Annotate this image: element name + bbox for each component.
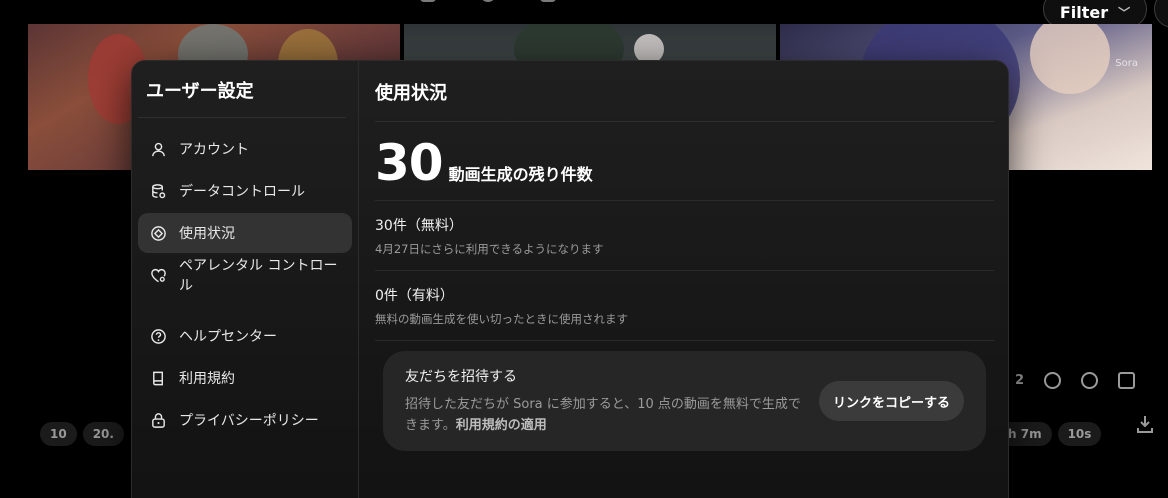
remix-icon[interactable]: [1081, 372, 1099, 389]
sidebar-item-parental-controls[interactable]: ペアレンタル コントロール: [138, 255, 352, 295]
background-stats-left: 10 20.: [40, 422, 124, 446]
background-tab[interactable]: [480, 0, 496, 2]
stat-pill: 20.: [82, 422, 124, 446]
stat-pill: 10s: [1057, 422, 1102, 446]
sidebar-item-help-center[interactable]: ヘルプセンター: [138, 316, 352, 356]
copy-link-button[interactable]: リンクをコピーする: [818, 381, 964, 421]
filter-button-label: Filter: [1059, 2, 1109, 22]
quota-title: 0件（有料）: [375, 288, 454, 304]
settings-sidebar: ユーザー設定 アカウント データコントロール 使用状況 ペアレンタル コントロー…: [132, 61, 359, 498]
thumbnail-figure: [1030, 24, 1110, 94]
sidebar-item-privacy-policy[interactable]: プライバシーポリシー: [138, 400, 352, 440]
sidebar-item-terms[interactable]: 利用規約: [138, 358, 352, 398]
quota-title: 30件（無料）: [375, 218, 463, 234]
sidebar-item-label: ペアレンタル コントロール: [179, 258, 338, 294]
tab-icon: [480, 0, 496, 2]
share-icon[interactable]: [1118, 372, 1136, 389]
sidebar-item-data-controls[interactable]: データコントロール: [138, 171, 352, 211]
page-title: 使用状況: [375, 79, 994, 122]
stat-pill: 10: [40, 422, 77, 446]
remaining-count: 30: [375, 134, 444, 192]
sidebar-item-label: プライバシーポリシー: [179, 413, 319, 429]
sidebar-item-label: ヘルプセンター: [179, 329, 277, 345]
database-icon: [150, 183, 167, 200]
person-icon: [150, 141, 167, 158]
sidebar-item-label: 利用規約: [179, 371, 235, 387]
quota-paid: 0件（有料） 無料の動画生成を使い切ったときに使用されます: [375, 271, 994, 341]
tab-icon: [420, 0, 436, 2]
usage-icon: [150, 225, 167, 242]
comment-icon[interactable]: [1044, 372, 1062, 389]
sidebar-item-label: アカウント: [179, 142, 249, 158]
sidebar-title: ユーザー設定: [138, 77, 346, 118]
chevron-down-icon: ﹀: [1118, 5, 1131, 20]
help-icon: [150, 328, 167, 345]
background-stats-right: h 7m 10s: [998, 422, 1102, 446]
background-actions: 2: [1015, 372, 1136, 389]
invite-description: 招待した友だちが Sora に参加すると、10 点の動画を無料で生成できます。利…: [405, 394, 807, 436]
like-count: 2: [1015, 373, 1025, 388]
tab-icon: [540, 0, 556, 2]
invite-friends-card: 友だちを招待する 招待した友だちが Sora に参加すると、10 点の動画を無料…: [383, 351, 986, 451]
background-tab[interactable]: [540, 0, 556, 2]
download-icon[interactable]: [1136, 414, 1154, 434]
terms-link[interactable]: 利用規約の適用: [456, 418, 547, 433]
user-settings-modal: ユーザー設定 アカウント データコントロール 使用状況 ペアレンタル コントロー…: [131, 60, 1009, 498]
background-tab[interactable]: [420, 0, 436, 2]
thumbnail-watermark: Sora: [1115, 58, 1138, 69]
invite-text: 友だちを招待する 招待した友だちが Sora に参加すると、10 点の動画を無料…: [405, 366, 807, 436]
sidebar-item-account[interactable]: アカウント: [138, 129, 352, 169]
usage-panel: 使用状況 30 動画生成の残り件数 30件（無料） 4月27日にさらに利用できる…: [359, 61, 1008, 498]
sidebar-item-usage[interactable]: 使用状況: [138, 213, 352, 253]
quota-free: 30件（無料） 4月27日にさらに利用できるようになります: [375, 201, 994, 271]
heart-icon: [150, 267, 167, 284]
book-icon: [150, 370, 167, 387]
invite-title: 友だちを招待する: [405, 369, 517, 385]
quota-description: 4月27日にさらに利用できるようになります: [375, 242, 604, 256]
remaining-generations: 30 動画生成の残り件数: [375, 122, 994, 201]
sidebar-item-label: データコントロール: [179, 184, 305, 200]
quota-description: 無料の動画生成を使い切ったときに使用されます: [375, 312, 628, 326]
remaining-label: 動画生成の残り件数: [448, 165, 593, 184]
more-button[interactable]: [1154, 0, 1168, 28]
background-top-tabs: [420, 0, 556, 2]
sidebar-item-label: 使用状況: [179, 226, 235, 242]
lock-icon: [150, 412, 167, 429]
